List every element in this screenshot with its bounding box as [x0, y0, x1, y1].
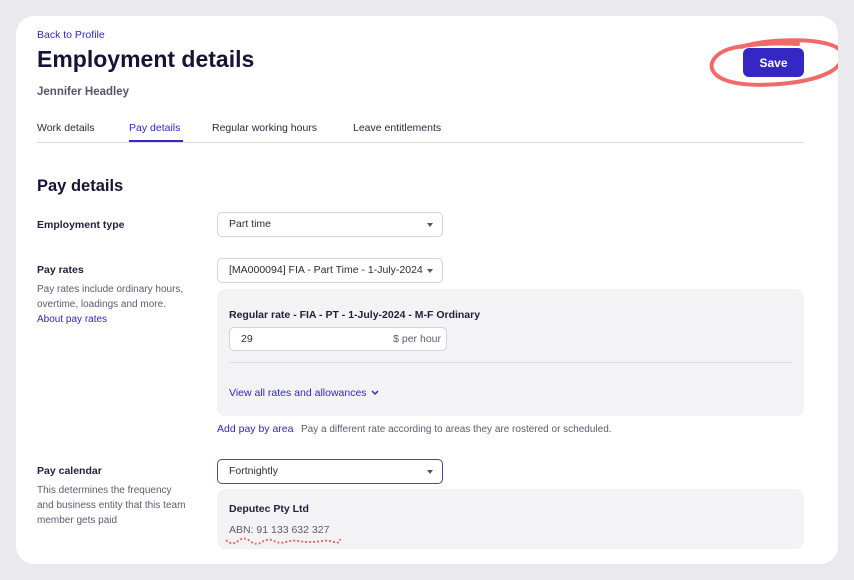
pay-rates-select[interactable]: [MA000094] FIA - Part Time - 1-July-2024: [217, 258, 443, 283]
pay-calendar-label: Pay calendar: [37, 465, 102, 477]
about-pay-rates-link[interactable]: About pay rates: [37, 314, 107, 325]
pay-rates-help: Pay rates include ordinary hours, overti…: [37, 282, 187, 327]
view-all-rates-link[interactable]: View all rates and allowances: [229, 387, 380, 399]
add-pay-by-area-note: Pay a different rate according to areas …: [301, 424, 612, 435]
chevron-down-icon: [427, 269, 433, 273]
add-pay-by-area-link[interactable]: Add pay by area: [217, 423, 293, 435]
tab-regular-working-hours[interactable]: Regular working hours: [212, 122, 317, 134]
rate-unit: $ per hour: [393, 333, 441, 345]
view-all-rates-label: View all rates and allowances: [229, 387, 367, 399]
chevron-down-icon: [371, 390, 380, 396]
save-button[interactable]: Save: [743, 48, 804, 77]
pay-rates-panel: Regular rate - FIA - PT - 1-July-2024 - …: [217, 289, 804, 416]
rate-amount-input[interactable]: 29 $ per hour: [229, 327, 447, 351]
active-tab-indicator: [129, 140, 183, 142]
tab-pay-details[interactable]: Pay details: [129, 122, 180, 134]
pay-rates-select-value: [MA000094] FIA - Part Time - 1-July-2024: [229, 264, 423, 276]
abn-text: ABN: 91 133 632 327: [229, 524, 330, 536]
page-title: Employment details: [37, 46, 255, 72]
employment-details-card: Back to Profile Employment details Jenni…: [16, 16, 838, 564]
chevron-down-icon: [427, 223, 433, 227]
pay-rates-label: Pay rates: [37, 264, 84, 276]
section-title: Pay details: [37, 177, 124, 195]
back-to-profile-link[interactable]: Back to Profile: [37, 29, 105, 41]
pay-calendar-select[interactable]: Fortnightly: [217, 459, 443, 484]
rate-amount-value: 29: [241, 333, 253, 345]
tab-leave-entitlements[interactable]: Leave entitlements: [353, 122, 441, 134]
employment-type-label: Employment type: [37, 219, 125, 231]
tab-bar: Work details Pay details Regular working…: [37, 118, 804, 143]
regular-rate-title: Regular rate - FIA - PT - 1-July-2024 - …: [229, 309, 481, 321]
pay-calendar-value: Fortnightly: [229, 465, 279, 477]
employment-type-select[interactable]: Part time: [217, 212, 443, 237]
pay-calendar-help: This determines the frequency and busine…: [37, 485, 186, 526]
tab-work-details[interactable]: Work details: [37, 122, 95, 134]
chevron-down-icon: [427, 470, 433, 474]
pay-rates-help-text: Pay rates include ordinary hours, overti…: [37, 284, 184, 310]
business-entity-name: Deputec Pty Ltd: [229, 503, 309, 515]
employment-type-value: Part time: [229, 218, 272, 230]
employee-name: Jennifer Headley: [37, 86, 130, 98]
panel-divider: [229, 362, 792, 363]
annotation-underline: [225, 537, 341, 545]
